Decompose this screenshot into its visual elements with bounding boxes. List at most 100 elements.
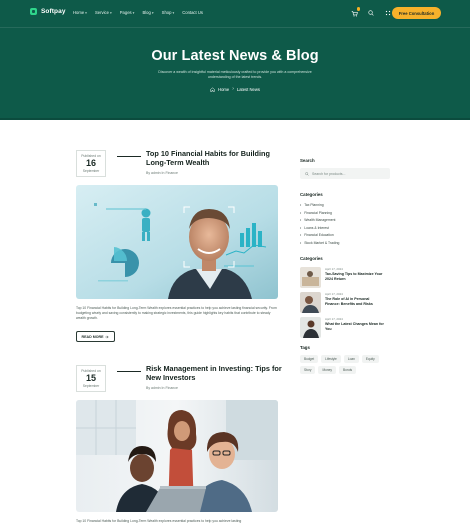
read-more-label: READ MORE (81, 334, 104, 339)
date-day: 16 (85, 158, 96, 168)
post-excerpt: Top 10 Financial Habits for Building Lon… (76, 519, 242, 523)
date-month: September (82, 384, 100, 388)
blog-post: Published on 16 September Top 10 Financi… (76, 149, 278, 350)
post-title[interactable]: Top 10 Financial Habits for Building Lon… (146, 149, 286, 167)
cart-badge (356, 7, 360, 11)
page-title: Our Latest News & Blog (151, 48, 319, 64)
post-excerpt: Top 10 Financial Habits for Building Lon… (76, 306, 277, 320)
recent-post-date: April 17, 2024 (325, 267, 343, 271)
search-input[interactable]: Search for products... (300, 168, 390, 179)
date-month: September (82, 169, 100, 173)
tag[interactable]: Loan (343, 355, 359, 363)
title-divider (117, 156, 141, 157)
chevron-down-icon: ▾ (85, 10, 87, 15)
category-label: Financial Planning (304, 210, 332, 215)
recent-post-thumbnail[interactable] (300, 267, 321, 288)
nav-item-pages[interactable]: Pages ▾ (120, 10, 135, 15)
recent-post[interactable]: April 17, 2024 What the Latest Changes M… (300, 317, 400, 339)
nav-item-contact[interactable]: Contact Us (182, 10, 203, 15)
home-icon (210, 86, 215, 92)
nav-label: Contact Us (182, 10, 203, 15)
recent-post-title[interactable]: Tax-Saving Tips to Maximize Your 2024 Re… (325, 272, 385, 281)
category-item[interactable]: • Financial Education (300, 232, 400, 240)
nav-label: Pages (119, 10, 132, 15)
post-meta: By admin In Finance (146, 386, 178, 390)
category-label: Stock Market & Trading (304, 240, 340, 245)
tag[interactable]: Money (318, 366, 337, 374)
search-icon[interactable] (367, 9, 375, 17)
recent-post[interactable]: April 17, 2024 Tax-Saving Tips to Maximi… (300, 267, 400, 289)
chevron-right-icon: › (232, 86, 234, 92)
date-day: 15 (85, 373, 96, 383)
search-heading: Search (300, 158, 315, 163)
nav-item-service[interactable]: Service ▾ (95, 10, 112, 15)
category-label: Tax Planning (304, 203, 324, 207)
recent-post[interactable]: April 17, 2024 The Role of AI in Persona… (300, 292, 400, 314)
recent-post-date: April 17, 2024 (325, 317, 343, 321)
chevron-down-icon: ▾ (172, 10, 175, 15)
category-item[interactable]: • Loans & Interest (300, 225, 400, 233)
main-nav: Home ▾ Service ▾ Pages ▾ Blog ▾ Shop ▾ Contac… (73, 10, 203, 15)
bullet-icon: • (300, 240, 302, 245)
chevron-down-icon: ▾ (109, 10, 112, 15)
bullet-icon: • (300, 225, 302, 230)
chevron-down-icon: ▾ (151, 10, 154, 15)
nav-label: Blog (142, 10, 151, 15)
recent-posts-heading: Categories (300, 256, 323, 261)
nav-item-home[interactable]: Home ▾ (73, 10, 87, 15)
search-icon (305, 171, 309, 176)
nav-label: Home (73, 10, 85, 15)
cart-icon[interactable] (350, 7, 360, 17)
date-badge: Published on 16 September (76, 150, 106, 177)
hero-section: Softpay Home ▾ Service ▾ Pages ▾ Blog ▾ Shop… (0, 0, 470, 120)
nav-icons (350, 7, 392, 17)
category-label: Wealth Management (304, 218, 336, 222)
tag[interactable]: Equity (361, 355, 379, 363)
nav-label: Shop (161, 10, 172, 15)
category-item[interactable]: • Tax Planning (300, 202, 400, 210)
recent-post-thumbnail[interactable] (300, 292, 321, 313)
post-image[interactable] (76, 185, 278, 299)
tag-cloud: Budget Lifestyle Loan Equity Story Money… (300, 355, 388, 374)
tag[interactable]: Bonds (339, 366, 357, 374)
category-item[interactable]: • Financial Planning (300, 210, 400, 218)
chevron-down-icon: ▾ (132, 10, 135, 15)
nav-item-blog[interactable]: Blog ▾ (142, 10, 153, 15)
recent-post-thumbnail[interactable] (300, 317, 321, 338)
breadcrumb: Home › Latest News (0, 86, 470, 92)
search-placeholder: Search for products... (312, 171, 346, 176)
free-consultation-button[interactable]: Free Consultation (392, 7, 441, 19)
category-label: Loans & Interest (304, 225, 329, 230)
recent-post-title[interactable]: What the Latest Changes Mean for You (325, 322, 385, 331)
logo-icon (30, 8, 37, 15)
bullet-icon: • (300, 203, 302, 207)
category-list: • Tax Planning • Financial Planning • Wealt… (300, 202, 400, 247)
menu-grid-icon[interactable] (384, 9, 392, 17)
bullet-icon: • (300, 233, 302, 237)
bullet-icon: • (300, 210, 302, 215)
arrow-right-icon (105, 335, 110, 338)
recent-post-title[interactable]: The Role of AI in Personal Finance: Bene… (325, 297, 385, 306)
post-image[interactable] (76, 400, 278, 512)
categories-heading: Categories (300, 192, 323, 197)
logo[interactable]: Softpay (30, 8, 66, 15)
category-item[interactable]: • Wealth Management (300, 217, 400, 225)
recent-post-date: April 17, 2024 (325, 292, 343, 296)
nav-item-shop[interactable]: Shop ▾ (162, 10, 175, 15)
category-item[interactable]: • Stock Market & Trading (300, 240, 400, 248)
post-title[interactable]: Risk Management in Investing: Tips for N… (146, 364, 286, 382)
recent-posts: April 17, 2024 Tax-Saving Tips to Maximi… (300, 267, 400, 339)
logo-text: Softpay (41, 8, 66, 15)
tag[interactable]: Budget (300, 355, 319, 363)
tag[interactable]: Story (300, 366, 316, 374)
tags-heading: Tags (300, 345, 310, 350)
nav-label: Service (94, 10, 109, 15)
title-divider (117, 371, 141, 372)
breadcrumb-home[interactable]: Home (218, 87, 229, 92)
page-subtitle: Discover a wealth of insightful material… (158, 70, 312, 80)
breadcrumb-current: Latest News (236, 86, 260, 92)
post-meta: By admin In Finance (146, 171, 178, 175)
tag[interactable]: Lifestyle (321, 355, 341, 363)
blog-post: Published on 15 September Risk Managemen… (76, 364, 282, 530)
read-more-button[interactable]: READ MORE (76, 331, 115, 342)
